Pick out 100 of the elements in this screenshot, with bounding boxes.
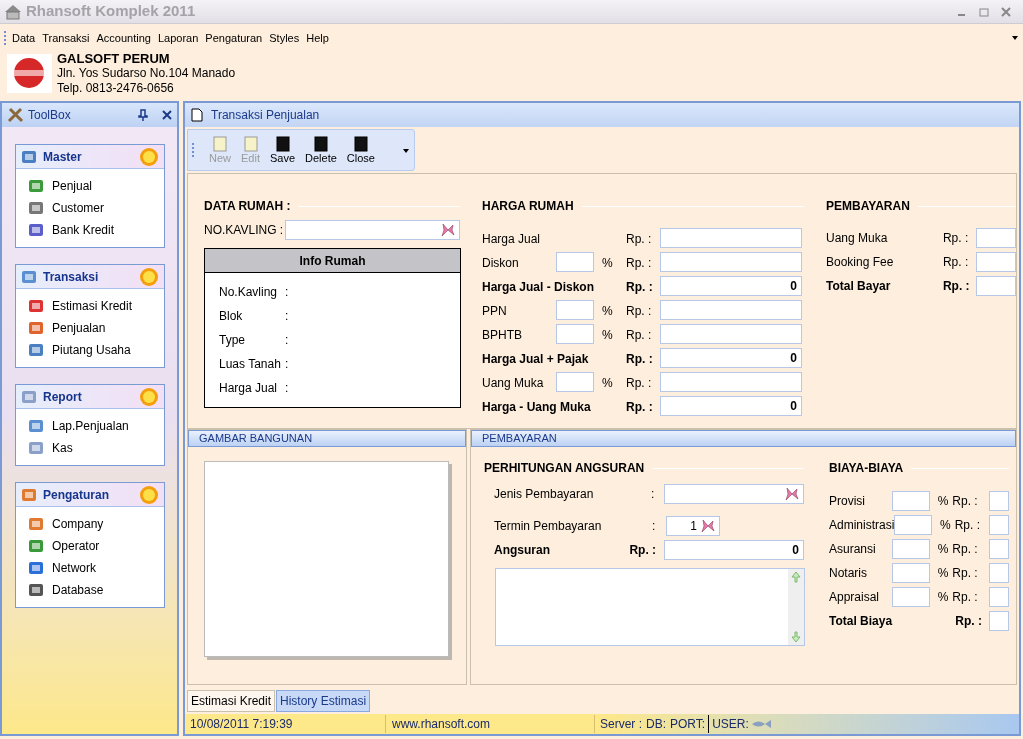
toolbox-item[interactable]: Kas	[52, 439, 73, 457]
input-field[interactable]	[556, 300, 594, 320]
input-field[interactable]	[660, 372, 802, 392]
input-field[interactable]	[989, 515, 1009, 535]
menu-item-icon	[28, 538, 44, 554]
toolbar-button[interactable]: Delete	[300, 135, 342, 165]
input-field[interactable]	[556, 372, 594, 392]
input-field[interactable]	[989, 491, 1009, 511]
close-icon[interactable]	[162, 110, 172, 120]
percent-sign: %	[937, 589, 949, 606]
house-icon	[4, 3, 22, 20]
toolbox-item[interactable]: Database	[52, 581, 104, 599]
field-label: Harga Jual - Diskon	[482, 280, 595, 294]
status-website: www.rhansoft.com	[386, 715, 595, 733]
menu-item[interactable]: Styles	[269, 29, 300, 47]
input-field[interactable]	[891, 563, 930, 583]
status-user: USER:	[711, 716, 749, 733]
input-field[interactable]	[891, 587, 930, 607]
toolbar-button[interactable]: Close	[341, 135, 380, 165]
toolbox-item[interactable]: Bank Kredit	[52, 221, 115, 239]
percent-sign: %	[602, 328, 613, 342]
maximize-icon[interactable]	[979, 6, 989, 17]
toolbox-item[interactable]: Estimasi Kredit	[52, 297, 133, 315]
input-field[interactable]	[989, 539, 1009, 559]
status-port: PORT:	[666, 715, 710, 733]
toolbox-item[interactable]: Customer	[52, 199, 104, 217]
input-field[interactable]	[976, 252, 1016, 272]
field-label: Termin Pembayaran	[494, 518, 603, 535]
toolbar-icon	[353, 135, 368, 152]
dropdown-icon[interactable]	[1011, 34, 1019, 41]
menu-item[interactable]: Transaksi	[42, 29, 90, 47]
status-server: Server :	[599, 716, 642, 733]
status-datetime: 10/08/2011 7:19:39	[185, 715, 386, 733]
input-field[interactable]	[556, 252, 594, 272]
menu-item[interactable]: Accounting	[96, 29, 151, 47]
input-field[interactable]	[989, 563, 1009, 583]
info-title: Info Rumah	[299, 252, 366, 270]
input-field[interactable]	[989, 611, 1009, 631]
input-field[interactable]	[660, 300, 802, 320]
menu-item-icon	[21, 268, 37, 285]
toolbar-button[interactable]: Save	[265, 135, 301, 165]
toolbox-item[interactable]: Network	[52, 559, 96, 577]
currency-label: Rp. :	[629, 542, 658, 559]
menu-item[interactable]: Laporan	[157, 29, 199, 47]
menu-item-icon	[28, 516, 44, 532]
toolbox-item[interactable]: Operator	[52, 537, 100, 555]
percent-sign: %	[602, 376, 613, 390]
colon: :	[285, 308, 289, 325]
sun-icon[interactable]	[139, 484, 159, 505]
field-label: Uang Muka	[826, 230, 889, 247]
field-label: Harga Jual	[482, 232, 541, 246]
toolbar-icon	[213, 135, 227, 152]
input-field[interactable]	[894, 515, 932, 535]
input-field[interactable]: 0	[660, 276, 802, 296]
tab[interactable]: History Estimasi	[276, 690, 371, 712]
toolbox-item[interactable]: Piutang Usaha	[52, 341, 131, 359]
menu-item-icon	[28, 342, 44, 358]
input-field[interactable]	[976, 228, 1016, 248]
company-logo	[7, 54, 52, 94]
input-field[interactable]: 1	[666, 516, 720, 536]
toolbar-icon	[275, 135, 290, 152]
status-db: DB:	[645, 716, 667, 733]
input-field[interactable]	[989, 587, 1009, 607]
menu-item[interactable]: Pengaturan	[205, 29, 263, 47]
toolbox-item[interactable]: Penjualan	[52, 319, 106, 337]
scroll-up-icon[interactable]	[791, 571, 801, 583]
sun-icon[interactable]	[139, 146, 159, 167]
toolbox-item[interactable]: Company	[52, 515, 104, 533]
field-label: Jenis Pembayaran	[494, 486, 595, 503]
currency-label: Rp. :	[952, 565, 979, 582]
input-field[interactable]: 0	[664, 540, 804, 560]
sun-icon[interactable]	[139, 266, 159, 287]
tab[interactable]: Estimasi Kredit	[187, 690, 276, 712]
input-field[interactable]	[976, 276, 1016, 296]
input-field[interactable]	[664, 484, 804, 504]
pin-icon[interactable]	[138, 109, 148, 121]
input-field[interactable]	[891, 491, 930, 511]
input-field[interactable]: 0	[660, 396, 802, 416]
currency-label: Rp. :	[626, 280, 653, 294]
scroll-down-icon[interactable]	[791, 631, 801, 643]
input-field[interactable]	[660, 324, 802, 344]
toolbox-item[interactable]: Lap.Penjualan	[52, 417, 129, 435]
panel-title: PEMBAYARAN	[482, 431, 557, 447]
input-field[interactable]	[891, 539, 930, 559]
menu-item[interactable]: Help	[306, 29, 329, 47]
input-field[interactable]	[660, 228, 802, 248]
toolbox-item[interactable]: Penjual	[52, 177, 93, 195]
input-field[interactable]	[660, 252, 802, 272]
currency-label: Rp. :	[954, 517, 981, 534]
menu-item[interactable]: Data	[12, 29, 36, 47]
input-field[interactable]	[285, 220, 460, 240]
field-label: PPN	[482, 304, 507, 318]
text-area[interactable]	[495, 568, 805, 646]
currency-label: Rp. :	[952, 541, 979, 558]
menu-item-icon	[28, 440, 44, 456]
sun-icon[interactable]	[139, 386, 159, 407]
input-field[interactable]	[556, 324, 594, 344]
field-label: Asuransi	[829, 541, 877, 558]
menu-item-icon	[28, 582, 44, 598]
input-field[interactable]: 0	[660, 348, 802, 368]
